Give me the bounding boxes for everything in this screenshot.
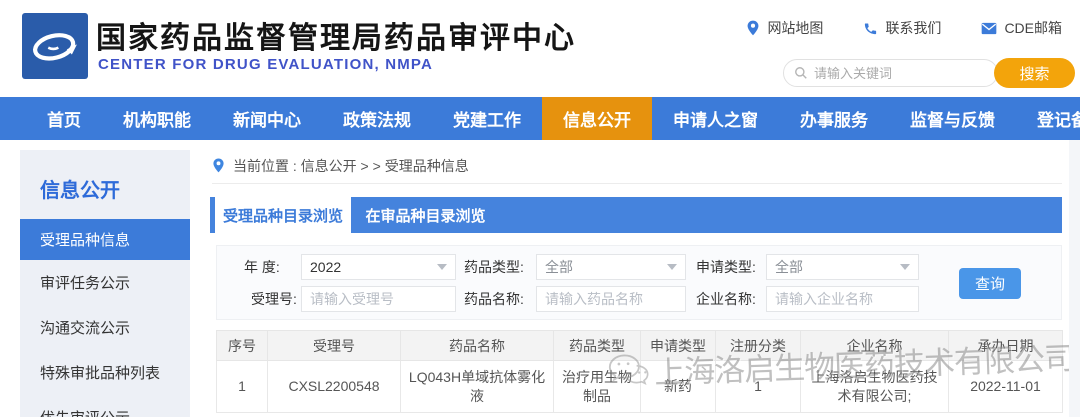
search-input[interactable] (814, 66, 990, 81)
cell-index: 1 (217, 361, 268, 413)
col-index: 序号 (217, 331, 268, 361)
company-name-input[interactable] (766, 286, 919, 312)
cell-drug-type: 治疗用生物制品 (554, 361, 641, 413)
breadcrumb-text: 当前位置 : 信息公开 > > 受理品种信息 (233, 156, 469, 176)
sidebar-item-special-approval[interactable]: 特殊审批品种列表 (20, 350, 190, 395)
drug-type-label: 药品类型: (464, 254, 524, 280)
cde-logo (22, 13, 88, 79)
col-registration-class: 注册分类 (716, 331, 801, 361)
nav-item-functions[interactable]: 机构职能 (102, 97, 212, 140)
nav-item-registration-platform[interactable]: 登记备案平台 (1016, 97, 1080, 140)
drug-type-select[interactable]: 全部 (536, 254, 686, 280)
site-title: 国家药品监督管理局药品审评中心 (96, 13, 576, 57)
contact-label: 联系我们 (885, 18, 941, 38)
col-application-type: 申请类型 (641, 331, 716, 361)
tab-strip: 受理品种目录浏览 在审品种目录浏览 (210, 197, 1062, 233)
col-drug-type: 药品类型 (554, 331, 641, 361)
sidebar-item-review-tasks[interactable]: 审评任务公示 (20, 260, 190, 305)
results-table: 序号 受理号 药品名称 药品类型 申请类型 注册分类 企业名称 承办日期 1 C… (216, 330, 1063, 413)
nav-item-supervision[interactable]: 监督与反馈 (889, 97, 1016, 140)
nav-item-info-disclosure[interactable]: 信息公开 (542, 97, 652, 140)
col-drug-name: 药品名称 (401, 331, 554, 361)
cell-registration-class: 1 (716, 361, 801, 413)
page: 国家药品监督管理局药品审评中心 CENTER FOR DRUG EVALUATI… (0, 0, 1080, 417)
chevron-down-icon (667, 264, 677, 270)
filter-panel: 年 度: 2022 药品类型: 全部 申请类型: 全部 受理号: 药品名称: 企… (216, 245, 1062, 320)
table-header-row: 序号 受理号 药品名称 药品类型 申请类型 注册分类 企业名称 承办日期 (217, 331, 1063, 361)
sidebar-title: 信息公开 (20, 150, 190, 219)
drug-name-label: 药品名称: (464, 286, 524, 312)
scrollbar[interactable] (1069, 140, 1080, 417)
drug-type-select-value: 全部 (545, 257, 667, 277)
application-type-select-value: 全部 (775, 257, 900, 277)
nav-item-home[interactable]: 首页 (26, 97, 102, 140)
top-links: 网站地图 联系我们 CDE邮箱 (746, 18, 1062, 38)
query-button[interactable]: 查询 (959, 268, 1021, 299)
table-row[interactable]: 1 CXSL2200548 LQ043H单域抗体雾化液 治疗用生物制品 新药 1… (217, 361, 1063, 413)
nav-item-applicant-window[interactable]: 申请人之窗 (652, 97, 779, 140)
search-icon (794, 66, 808, 80)
cell-application-type: 新药 (641, 361, 716, 413)
search-button[interactable]: 搜索 (994, 58, 1075, 88)
col-acceptance-no: 受理号 (268, 331, 401, 361)
fish-emblem-icon (28, 19, 82, 73)
contact-link[interactable]: 联系我们 (863, 18, 941, 38)
sitemap-label: 网站地图 (767, 18, 823, 38)
phone-icon (863, 21, 878, 36)
year-select-value: 2022 (310, 259, 437, 275)
mailbox-link[interactable]: CDE邮箱 (981, 18, 1062, 38)
acceptance-no-input[interactable] (301, 286, 456, 312)
sidebar: 信息公开 受理品种信息 审评任务公示 沟通交流公示 特殊审批品种列表 优先审评公… (20, 150, 190, 417)
year-label: 年 度: (244, 254, 280, 280)
nav-item-services[interactable]: 办事服务 (779, 97, 889, 140)
header: 国家药品监督管理局药品审评中心 CENTER FOR DRUG EVALUATI… (0, 0, 1080, 97)
chevron-down-icon (437, 264, 447, 270)
location-pin-icon (746, 20, 760, 36)
application-type-label: 申请类型: (696, 254, 756, 280)
drug-name-input[interactable] (536, 286, 686, 312)
cell-drug-name: LQ043H单域抗体雾化液 (401, 361, 554, 413)
application-type-select[interactable]: 全部 (766, 254, 919, 280)
mailbox-label: CDE邮箱 (1004, 18, 1062, 38)
site-search: 搜索 (783, 58, 1075, 88)
site-subtitle: CENTER FOR DRUG EVALUATION, NMPA (98, 56, 433, 73)
tab-under-review-catalog[interactable]: 在审品种目录浏览 (351, 197, 500, 233)
nav-item-party[interactable]: 党建工作 (432, 97, 542, 140)
location-pin-icon (212, 158, 225, 173)
chevron-down-icon (900, 264, 910, 270)
col-company-name: 企业名称 (801, 331, 949, 361)
breadcrumb: 当前位置 : 信息公开 > > 受理品种信息 (212, 148, 1062, 184)
nav-item-policies[interactable]: 政策法规 (322, 97, 432, 140)
nav-item-news[interactable]: 新闻中心 (212, 97, 322, 140)
envelope-icon (981, 22, 997, 35)
cell-company-name: 上海洛启生物医药技术有限公司; (801, 361, 949, 413)
main-nav: 首页 机构职能 新闻中心 政策法规 党建工作 信息公开 申请人之窗 办事服务 监… (0, 97, 1080, 140)
col-handle-date: 承办日期 (949, 331, 1063, 361)
sidebar-item-priority-review[interactable]: 优先审评公示 (20, 395, 190, 417)
tab-accepted-catalog[interactable]: 受理品种目录浏览 (215, 197, 351, 233)
cell-acceptance-no: CXSL2200548 (268, 361, 401, 413)
sitemap-link[interactable]: 网站地图 (746, 18, 823, 38)
sidebar-item-accepted-varieties[interactable]: 受理品种信息 (20, 219, 190, 260)
main-content: 当前位置 : 信息公开 > > 受理品种信息 受理品种目录浏览 在审品种目录浏览… (210, 148, 1062, 417)
acceptance-no-label: 受理号: (251, 286, 297, 312)
company-name-label: 企业名称: (696, 286, 756, 312)
year-select[interactable]: 2022 (301, 254, 456, 280)
cell-handle-date: 2022-11-01 (949, 361, 1063, 413)
sidebar-item-communication[interactable]: 沟通交流公示 (20, 305, 190, 350)
search-box[interactable] (783, 59, 998, 87)
